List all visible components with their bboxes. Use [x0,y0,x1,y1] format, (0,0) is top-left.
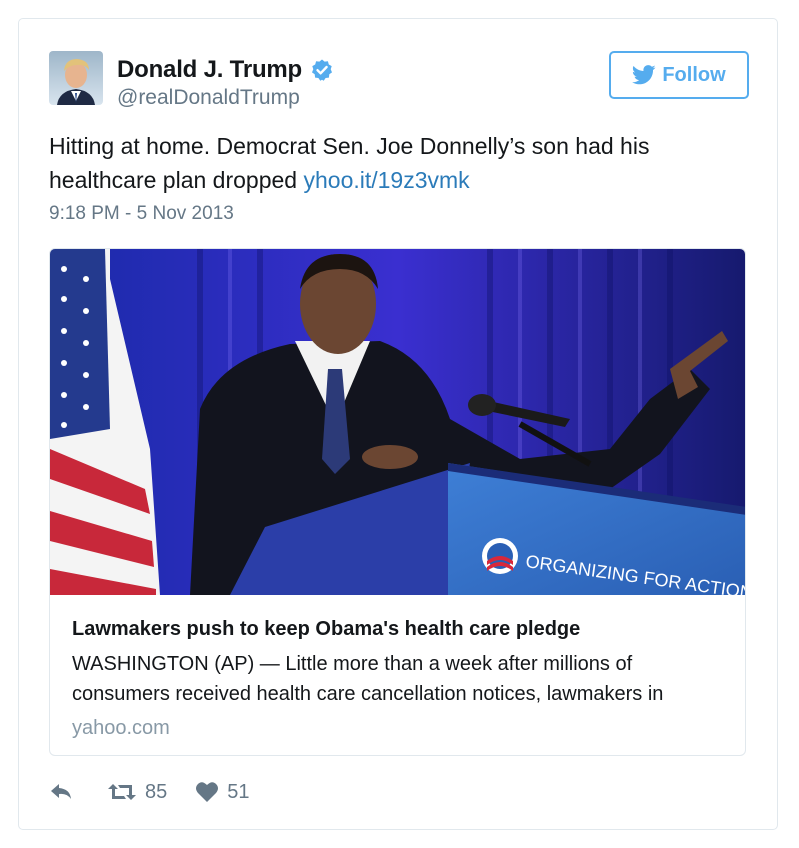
retweet-button[interactable]: 85 [107,781,167,804]
verified-badge-icon [310,58,334,82]
author-display-name[interactable]: Donald J. Trump [117,56,302,84]
heart-icon [196,782,219,802]
retweet-icon [108,784,136,800]
card-text: Lawmakers push to keep Obama's health ca… [72,615,732,743]
like-button[interactable]: 51 [195,780,250,804]
card-domain: yahoo.com [72,717,170,739]
author-info: Donald J. Trump @realDonaldTrump [117,56,334,110]
reply-button[interactable] [49,782,77,802]
article-photo: ORGANIZING FOR ACTION [50,249,745,595]
embedded-tweet: Donald J. Trump @realDonaldTrump Follow … [18,18,778,830]
tweet-header: Donald J. Trump @realDonaldTrump Follow [49,51,749,111]
tweet-timestamp[interactable]: 9:18 PM - 5 Nov 2013 [49,203,234,225]
author-avatar[interactable] [49,51,103,105]
twitter-bird-icon [632,65,656,85]
like-count: 51 [227,780,250,803]
avatar-image [49,51,103,105]
tweet-text: Hitting at home. Democrat Sen. Joe Donne… [49,129,749,197]
author-handle[interactable]: @realDonaldTrump [117,86,334,110]
follow-button[interactable]: Follow [609,51,749,99]
link-preview-card[interactable]: ORGANIZING FOR ACTION Lawmakers push to … [49,248,746,756]
follow-label: Follow [662,63,726,86]
reply-icon [51,784,71,799]
tweet-link[interactable]: yhoo.it/19z3vmk [303,167,469,193]
card-description: WASHINGTON (AP) — Little more than a wee… [72,653,664,705]
tweet-actions: 85 51 [49,777,250,807]
retweet-count: 85 [145,780,168,803]
card-title: Lawmakers push to keep Obama's health ca… [72,618,581,640]
